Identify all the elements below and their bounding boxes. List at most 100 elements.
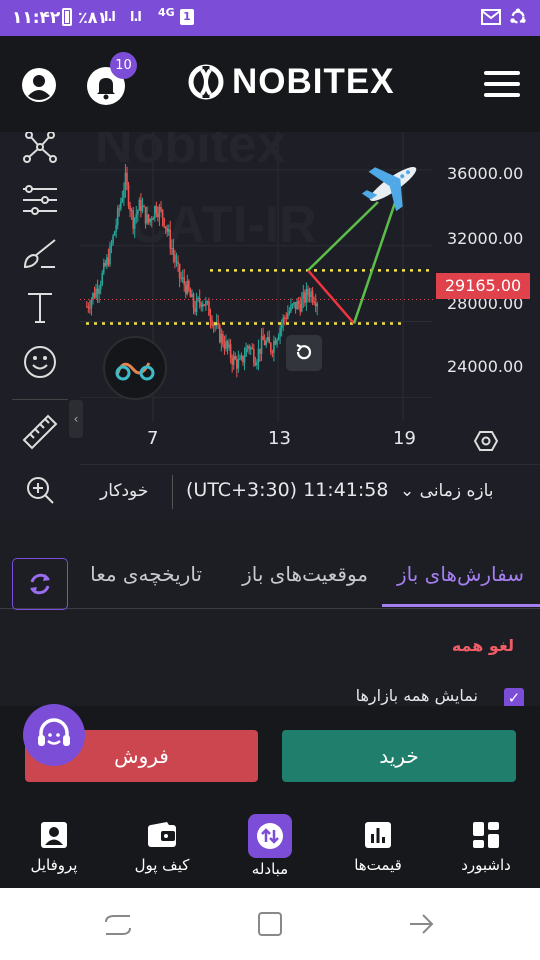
tab-open-orders[interactable]: سفارش‌های باز	[397, 562, 524, 586]
candle-body	[118, 208, 121, 210]
current-price-label: 29165.00	[436, 273, 530, 299]
candle-body	[167, 229, 170, 232]
ruler-icon[interactable]	[18, 410, 62, 454]
tab-open-positions[interactable]: موقعیت‌های باز	[242, 562, 368, 586]
candle-body	[209, 315, 212, 321]
candle-body	[310, 291, 312, 297]
profile-icon	[41, 822, 67, 848]
status-bar: ۱۱:۴۲ ٪۸۱ l.l l.l 4G 1	[0, 0, 540, 36]
signal-icon: l.l	[104, 10, 116, 25]
text-tool-icon[interactable]	[18, 286, 62, 330]
candle-body	[102, 262, 105, 273]
candle-body	[283, 317, 286, 319]
candle-body	[268, 337, 271, 344]
candle-body	[248, 346, 250, 350]
support-button[interactable]	[23, 704, 85, 766]
candle-body	[178, 264, 181, 278]
recent-apps-icon[interactable]	[104, 910, 132, 940]
candle-body	[305, 288, 308, 303]
nobitex-logo-icon	[188, 64, 224, 100]
candle-body	[237, 359, 240, 369]
candle-body	[160, 207, 162, 210]
reset-chart-button[interactable]	[286, 335, 322, 371]
candle-body	[124, 172, 127, 190]
timezone-clock[interactable]: (UTC+3:30) 11:41:58	[186, 479, 388, 501]
candle-body	[231, 358, 233, 365]
price-axis-label: 32000.00	[447, 229, 524, 248]
candle-body	[146, 214, 148, 224]
candle-body	[260, 336, 263, 354]
prices-icon	[365, 822, 391, 848]
candle-body	[251, 347, 254, 349]
candle-body	[107, 257, 110, 265]
toolbar-collapse-button[interactable]: ‹	[69, 400, 83, 438]
candle-body	[92, 293, 94, 300]
candle-body	[191, 293, 193, 298]
candle-body	[99, 284, 102, 290]
battery-percent: ٪۸۱	[78, 8, 108, 27]
candle-body	[271, 352, 274, 354]
candle-body	[174, 254, 176, 262]
timeframe-selector[interactable]: ⌄ بازه زمانی	[400, 481, 493, 501]
candle-body	[246, 346, 249, 348]
candle-body	[197, 297, 199, 299]
candle-body	[150, 218, 153, 220]
nav-profile-label: پروفایل	[30, 856, 78, 874]
candle-body	[288, 311, 291, 314]
nav-profile[interactable]: پروفایل	[9, 820, 99, 874]
refresh-button[interactable]	[12, 558, 68, 610]
auto-scale-button[interactable]: خودکار	[100, 481, 148, 501]
candle-body	[273, 340, 275, 353]
buy-button[interactable]: خرید	[282, 730, 516, 782]
home-icon[interactable]	[256, 910, 284, 938]
indicators-icon[interactable]	[18, 178, 62, 222]
candle-body	[172, 247, 175, 255]
candle-body	[265, 340, 267, 345]
candle-body	[307, 288, 309, 296]
tab-trade-history[interactable]: تاریخچه‌ی معا	[90, 562, 202, 586]
candle-body	[149, 218, 151, 223]
nav-prices[interactable]: قیمت‌ها	[333, 820, 423, 874]
candle-body	[291, 304, 294, 306]
candle-body	[195, 298, 198, 312]
chart-provider-logo	[103, 336, 167, 400]
active-tab-indicator	[382, 604, 540, 607]
candle-body	[274, 340, 277, 345]
orders-tabs: سفارش‌های باز موقعیت‌های باز تاریخچه‌ی م…	[0, 536, 540, 610]
orders-panel: سفارش‌های باز موقعیت‌های باز تاریخچه‌ی م…	[0, 522, 540, 708]
price-chart[interactable]: Nobitex CATI-IR ‹ 36000.00 32000.00 28000…	[0, 132, 540, 464]
emoji-icon[interactable]	[18, 340, 62, 384]
candle-body	[263, 340, 266, 345]
candle-body	[101, 272, 104, 285]
show-all-markets-checkbox[interactable]: ✓	[504, 688, 524, 708]
candle-body	[203, 304, 206, 306]
zoom-in-icon[interactable]	[24, 474, 56, 506]
back-icon[interactable]	[408, 910, 436, 938]
candle-body	[135, 214, 138, 218]
nav-exchange[interactable]: مبادله	[225, 814, 315, 878]
brush-icon[interactable]	[18, 232, 62, 276]
menu-icon[interactable]	[484, 70, 520, 98]
reset-icon	[296, 344, 312, 360]
candle-body	[282, 317, 284, 325]
nav-wallet[interactable]: کیف پول	[117, 820, 207, 874]
price-axis-label: 36000.00	[447, 164, 524, 183]
chart-watermark: CATI-IR	[130, 196, 317, 254]
candle-body	[220, 334, 223, 343]
time-axis-label: 7	[147, 428, 159, 449]
cancel-all-button[interactable]: لغو همه	[452, 636, 514, 655]
candle-body	[232, 356, 235, 365]
candle-body	[211, 320, 213, 326]
android-navigation-bar	[0, 888, 540, 960]
chart-settings-icon[interactable]	[474, 429, 498, 453]
candle-body	[180, 277, 182, 279]
candle-body	[198, 297, 201, 304]
nav-dashboard[interactable]: داشبورد	[441, 820, 531, 874]
battery-icon	[62, 8, 72, 26]
account-icon[interactable]	[20, 66, 58, 104]
network-icon[interactable]	[18, 132, 62, 168]
candle-body	[163, 218, 165, 227]
projection-down-line	[307, 269, 355, 325]
candle-body	[226, 341, 229, 348]
candle-body	[277, 336, 280, 340]
